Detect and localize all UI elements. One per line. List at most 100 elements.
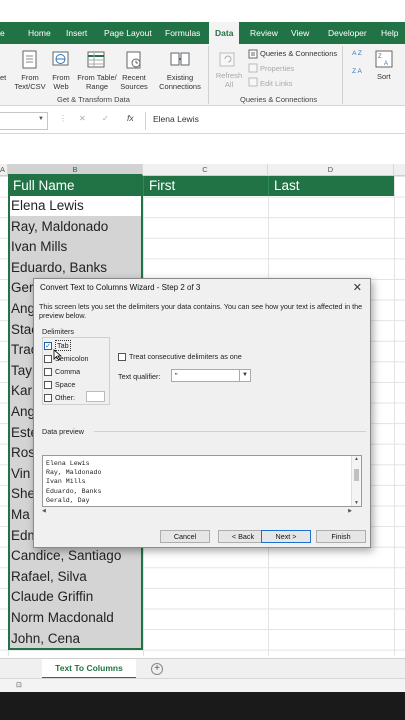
edit-links-button[interactable]: Edit Links <box>260 79 293 88</box>
other-delimiter-input[interactable] <box>86 391 105 402</box>
sort-za-icon[interactable]: Z A <box>350 68 364 75</box>
name-cell[interactable]: Candice, Santiago <box>11 546 121 566</box>
sort-az-icon[interactable]: A Z <box>350 50 364 57</box>
text-qualifier-select[interactable]: " ▼ <box>171 369 251 382</box>
header-cell-last[interactable]: Last <box>268 176 394 196</box>
queries-connections-icon <box>248 49 258 59</box>
tab-checkbox[interactable]: ✓ <box>44 342 52 351</box>
semicolon-option[interactable]: Semicolon <box>44 354 89 364</box>
close-icon[interactable]: ✕ <box>353 281 362 294</box>
tab-home[interactable]: Home <box>28 22 51 44</box>
scroll-up-icon[interactable]: ▲ <box>354 456 359 462</box>
column-header-a[interactable]: A <box>0 164 8 176</box>
refresh-all-button[interactable]: Refresh All <box>212 71 246 89</box>
insert-function-icon[interactable]: fx <box>127 113 134 123</box>
header-cell-first[interactable]: First <box>143 176 268 196</box>
cancel-button[interactable]: Cancel <box>160 530 210 543</box>
space-checkbox[interactable] <box>44 381 52 390</box>
name-cell[interactable]: John, Cena <box>11 629 80 649</box>
tab-review[interactable]: Review <box>250 22 278 44</box>
preview-line: Gerald, Day <box>46 496 90 504</box>
column-header-c[interactable]: C <box>143 164 268 176</box>
name-cell[interactable]: Norm Macdonald <box>11 608 114 628</box>
from-table-range-button[interactable]: From Table/ Range <box>75 73 119 91</box>
consecutive-delimiters-option[interactable]: Treat consecutive delimiters as one <box>118 352 242 362</box>
preview-vertical-scrollbar[interactable]: ▲ ▼ <box>351 456 361 506</box>
consecutive-checkbox[interactable] <box>118 353 126 362</box>
other-checkbox[interactable] <box>44 394 52 403</box>
comma-label: Comma <box>55 367 81 376</box>
gridline <box>394 176 395 656</box>
other-option[interactable]: Other: <box>44 393 75 403</box>
scrollbar-thumb[interactable] <box>354 469 359 481</box>
name-cell[interactable]: Tay <box>11 361 32 381</box>
group-separator <box>208 46 209 104</box>
tab-developer[interactable]: Developer <box>328 22 367 44</box>
properties-button[interactable]: Properties <box>260 64 294 73</box>
column-header-b[interactable]: B <box>8 164 143 176</box>
scroll-left-icon[interactable]: ◀ <box>42 508 46 514</box>
queries-group-label: Queries & Connections <box>240 95 318 104</box>
name-cell[interactable]: Ros <box>11 443 35 463</box>
header-cell-full-name[interactable]: Full Name <box>8 176 143 196</box>
name-cell[interactable]: Claude Griffin <box>11 587 93 607</box>
tab-insert[interactable]: Insert <box>66 22 87 44</box>
table-icon <box>87 51 105 68</box>
queries-connections-button[interactable]: Queries & Connections <box>260 49 337 58</box>
formula-bar-options-icon[interactable]: ⋮ <box>59 114 67 123</box>
enter-entry-icon[interactable]: ✓ <box>102 114 109 123</box>
sheet-tab-text-to-columns[interactable]: Text To Columns <box>42 659 136 679</box>
existing-connections-button[interactable]: Existing Connections <box>157 73 203 91</box>
name-cell[interactable]: She <box>11 484 35 504</box>
name-cell[interactable]: Ger <box>11 278 34 298</box>
scroll-down-icon[interactable]: ▼ <box>354 500 359 506</box>
tab-formulas[interactable]: Formulas <box>165 22 200 44</box>
name-box[interactable]: ▼ <box>0 112 48 130</box>
name-cell[interactable]: Elena Lewis <box>11 196 84 216</box>
tab-data[interactable]: Data <box>209 22 240 44</box>
formula-value[interactable]: Elena Lewis <box>153 114 199 124</box>
column-headers: A B C D <box>0 164 405 176</box>
name-cell[interactable]: Eduardo, Banks <box>11 258 107 278</box>
cancel-entry-icon[interactable]: ✕ <box>79 114 86 123</box>
space-option[interactable]: Space <box>44 380 75 390</box>
add-sheet-icon[interactable]: + <box>151 663 163 675</box>
name-cell[interactable]: Kar <box>11 381 32 401</box>
preview-line: Ivan Mills <box>46 478 86 486</box>
name-box-dropdown-icon[interactable]: ▼ <box>38 116 44 122</box>
finish-button[interactable]: Finish <box>316 530 366 543</box>
column-header-d[interactable]: D <box>268 164 394 176</box>
web-icon <box>52 51 69 66</box>
tab-help[interactable]: Help <box>381 22 398 44</box>
comma-checkbox[interactable] <box>44 368 52 377</box>
accessibility-icon[interactable]: ⊡ <box>16 681 22 689</box>
name-cell[interactable]: Vin <box>11 464 30 484</box>
space-label: Space <box>55 380 76 389</box>
comma-option[interactable]: Comma <box>44 367 80 377</box>
name-cell[interactable]: Ang <box>11 402 35 422</box>
dialog-title: Convert Text to Columns Wizard - Step 2 … <box>40 283 201 292</box>
screen-bottom-bezel <box>0 692 405 720</box>
refresh-line2: All <box>224 80 234 89</box>
preview-horizontal-scrollbar[interactable]: ◀ ▶ <box>42 508 352 516</box>
recent-sources-button[interactable]: Recent Sources <box>119 73 149 91</box>
scroll-right-icon[interactable]: ▶ <box>348 508 352 514</box>
chevron-down-icon[interactable]: ▼ <box>239 370 250 381</box>
next-button[interactable]: Next > <box>261 530 311 543</box>
sheet-tab-bar: Text To Columns + <box>0 658 405 679</box>
tab-file[interactable]: e <box>0 22 5 44</box>
data-preview-label: Data preview <box>42 427 84 436</box>
name-cell[interactable]: Ray, Maldonado <box>11 217 108 237</box>
from-text-csv-button[interactable]: From Text/CSV <box>12 73 48 91</box>
data-preview[interactable]: Elena Lewis Ray, Maldonado Ivan Mills Eduar… <box>42 455 362 507</box>
tab-page-layout[interactable]: Page Layout <box>104 22 152 44</box>
name-cell[interactable]: Rafael, Silva <box>11 567 87 587</box>
name-cell[interactable]: Ma <box>11 505 30 525</box>
sort-button[interactable]: Sort <box>377 72 391 81</box>
tab-view[interactable]: View <box>291 22 309 44</box>
name-cell[interactable]: Ang <box>11 299 35 319</box>
from-web-button[interactable]: From Web <box>49 73 73 91</box>
semicolon-checkbox[interactable] <box>44 355 52 364</box>
get-data-button[interactable]: et <box>0 73 6 82</box>
name-cell[interactable]: Ivan Mills <box>11 237 67 257</box>
